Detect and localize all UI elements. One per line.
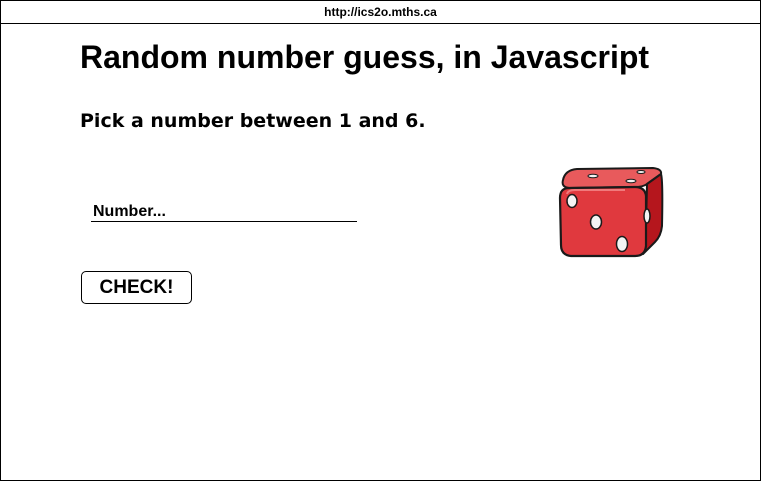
instructions-text: Pick a number between 1 and 6. bbox=[80, 110, 426, 132]
page-title: Random number guess, in Javascript bbox=[80, 39, 650, 75]
url-text: http://ics2o.mths.ca bbox=[324, 5, 437, 19]
check-button[interactable]: CHECK! bbox=[81, 271, 192, 304]
number-input[interactable] bbox=[91, 200, 357, 222]
address-bar[interactable]: http://ics2o.mths.ca bbox=[1, 1, 760, 24]
browser-window: http://ics2o.mths.ca Random number guess… bbox=[0, 0, 761, 481]
red-dice-icon bbox=[558, 167, 664, 258]
